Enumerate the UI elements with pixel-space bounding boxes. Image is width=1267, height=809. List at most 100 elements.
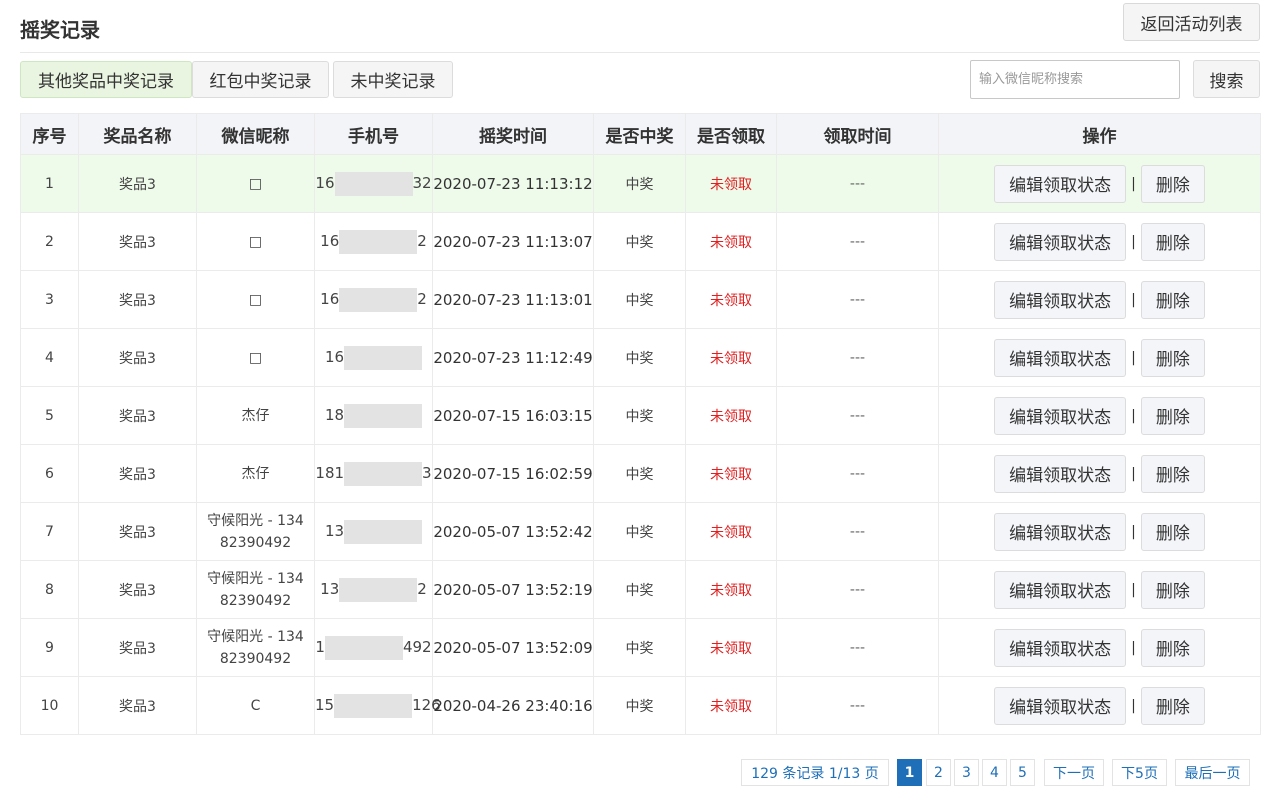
row-number: 7: [20, 502, 79, 561]
nickname: □: [248, 175, 263, 192]
delete-button[interactable]: 删除: [1140, 454, 1205, 493]
prize-name: 奖品3: [78, 560, 197, 619]
phone-prefix: 16: [324, 348, 345, 366]
won-status: 中奖: [593, 270, 686, 329]
draw-time: 2020-07-23 11:13:12: [432, 154, 594, 213]
phone-redaction: [339, 577, 418, 602]
edit-claim-status-button[interactable]: 编辑领取状态: [994, 454, 1127, 493]
tab-red-packet-records[interactable]: 红包中奖记录: [192, 61, 329, 98]
tab-other-prize-records[interactable]: 其他奖品中奖记录: [20, 61, 192, 98]
search-button[interactable]: 搜索: [1193, 60, 1260, 98]
action-separator: |: [1131, 349, 1136, 366]
row-number: 5: [20, 386, 79, 445]
won-status: 中奖: [593, 154, 686, 213]
col-header-nickname: 微信昵称: [196, 113, 315, 155]
page-1-link[interactable]: 1: [897, 759, 922, 786]
phone-suffix: 32: [412, 174, 432, 192]
search-input[interactable]: [970, 60, 1180, 99]
nickname: □: [248, 291, 263, 308]
table-row: 6 奖品3 杰仔 181 3 2020-07-15 16:02:59 中奖 未领取 --- 编辑领…: [20, 444, 1261, 503]
claim-time: ---: [776, 676, 939, 735]
tab-no-prize-records[interactable]: 未中奖记录: [333, 61, 453, 98]
prize-name: 奖品3: [78, 444, 197, 503]
table-row: 1 奖品3 □ 16 32 2020-07-23 11:13:12 中奖 未领取 --- 编辑领取…: [20, 154, 1261, 213]
edit-claim-status-button[interactable]: 编辑领取状态: [994, 512, 1127, 551]
delete-button[interactable]: 删除: [1140, 686, 1205, 725]
col-header-phone: 手机号: [314, 113, 433, 155]
phone-redaction: [344, 519, 423, 544]
table-row: 4 奖品3 □ 16 2020-07-23 11:12:49 中奖 未领取 --- 编辑领取状态…: [20, 328, 1261, 387]
action-separator: |: [1131, 581, 1136, 598]
nickname-cell: 守候阳光 - 134 82390492: [196, 560, 315, 619]
phone-cell: 16 2: [314, 212, 433, 271]
actions-cell: 编辑领取状态 | 删除: [938, 676, 1261, 735]
edit-claim-status-button[interactable]: 编辑领取状态: [994, 280, 1127, 319]
prize-name: 奖品3: [78, 270, 197, 329]
nickname-cell: □: [196, 154, 315, 213]
delete-button[interactable]: 删除: [1140, 338, 1205, 377]
nickname: 杰仔: [241, 465, 270, 482]
claim-status: 未领取: [685, 328, 777, 387]
edit-claim-status-button[interactable]: 编辑领取状态: [994, 338, 1127, 377]
nickname: □: [248, 233, 263, 250]
phone-cell: 16: [314, 328, 433, 387]
prize-name: 奖品3: [78, 676, 197, 735]
actions-cell: 编辑领取状态 | 删除: [938, 154, 1261, 213]
action-separator: |: [1131, 697, 1136, 714]
edit-claim-status-button[interactable]: 编辑领取状态: [994, 570, 1127, 609]
next-5-pages-link[interactable]: 下5页: [1112, 759, 1167, 786]
table-row: 3 奖品3 □ 16 2 2020-07-23 11:13:01 中奖 未领取 --- 编辑领取状…: [20, 270, 1261, 329]
prize-name: 奖品3: [78, 502, 197, 561]
back-to-activity-list-button[interactable]: 返回活动列表: [1123, 3, 1260, 41]
actions-cell: 编辑领取状态 | 删除: [938, 444, 1261, 503]
phone-suffix: 2: [417, 232, 427, 250]
nickname-line: 守候阳光 - 134: [207, 570, 304, 587]
action-separator: |: [1131, 407, 1136, 424]
page-5-link[interactable]: 5: [1010, 759, 1035, 786]
col-header-claimed: 是否领取: [685, 113, 777, 155]
delete-button[interactable]: 删除: [1140, 512, 1205, 551]
edit-claim-status-button[interactable]: 编辑领取状态: [994, 164, 1127, 203]
claim-time: ---: [776, 618, 939, 677]
nickname: □: [248, 349, 263, 366]
actions-cell: 编辑领取状态 | 删除: [938, 270, 1261, 329]
page-2-link[interactable]: 2: [926, 759, 951, 786]
phone-prefix: 16: [320, 232, 340, 250]
won-status: 中奖: [593, 560, 686, 619]
claim-time: ---: [776, 386, 939, 445]
delete-button[interactable]: 删除: [1140, 570, 1205, 609]
claim-status: 未领取: [685, 386, 777, 445]
page-3-link[interactable]: 3: [954, 759, 979, 786]
delete-button[interactable]: 删除: [1140, 628, 1205, 667]
claim-time: ---: [776, 328, 939, 387]
next-page-link[interactable]: 下一页: [1044, 759, 1104, 786]
edit-claim-status-button[interactable]: 编辑领取状态: [994, 686, 1127, 725]
page-4-link[interactable]: 4: [982, 759, 1007, 786]
last-page-link[interactable]: 最后一页: [1175, 759, 1250, 786]
actions-cell: 编辑领取状态 | 删除: [938, 502, 1261, 561]
nickname-line: 82390492: [219, 592, 292, 609]
actions-cell: 编辑领取状态 | 删除: [938, 560, 1261, 619]
claim-status: 未领取: [685, 618, 777, 677]
col-header-actions: 操作: [938, 113, 1261, 155]
row-number: 3: [20, 270, 79, 329]
phone-cell: 13 2: [314, 560, 433, 619]
won-status: 中奖: [593, 386, 686, 445]
delete-button[interactable]: 删除: [1140, 222, 1205, 261]
delete-button[interactable]: 删除: [1140, 280, 1205, 319]
nickname: C: [250, 697, 261, 714]
delete-button[interactable]: 删除: [1140, 164, 1205, 203]
phone-prefix: 16: [320, 290, 340, 308]
nickname-cell: 杰仔: [196, 386, 315, 445]
draw-time: 2020-05-07 13:52:42: [432, 502, 594, 561]
edit-claim-status-button[interactable]: 编辑领取状态: [994, 222, 1127, 261]
nickname-cell: □: [196, 270, 315, 329]
edit-claim-status-button[interactable]: 编辑领取状态: [994, 628, 1127, 667]
phone-prefix: 18: [324, 406, 345, 424]
edit-claim-status-button[interactable]: 编辑领取状态: [994, 396, 1127, 435]
prize-name: 奖品3: [78, 154, 197, 213]
phone-redaction: [334, 693, 413, 718]
phone-cell: 181 3: [314, 444, 433, 503]
delete-button[interactable]: 删除: [1140, 396, 1205, 435]
prize-name: 奖品3: [78, 618, 197, 677]
